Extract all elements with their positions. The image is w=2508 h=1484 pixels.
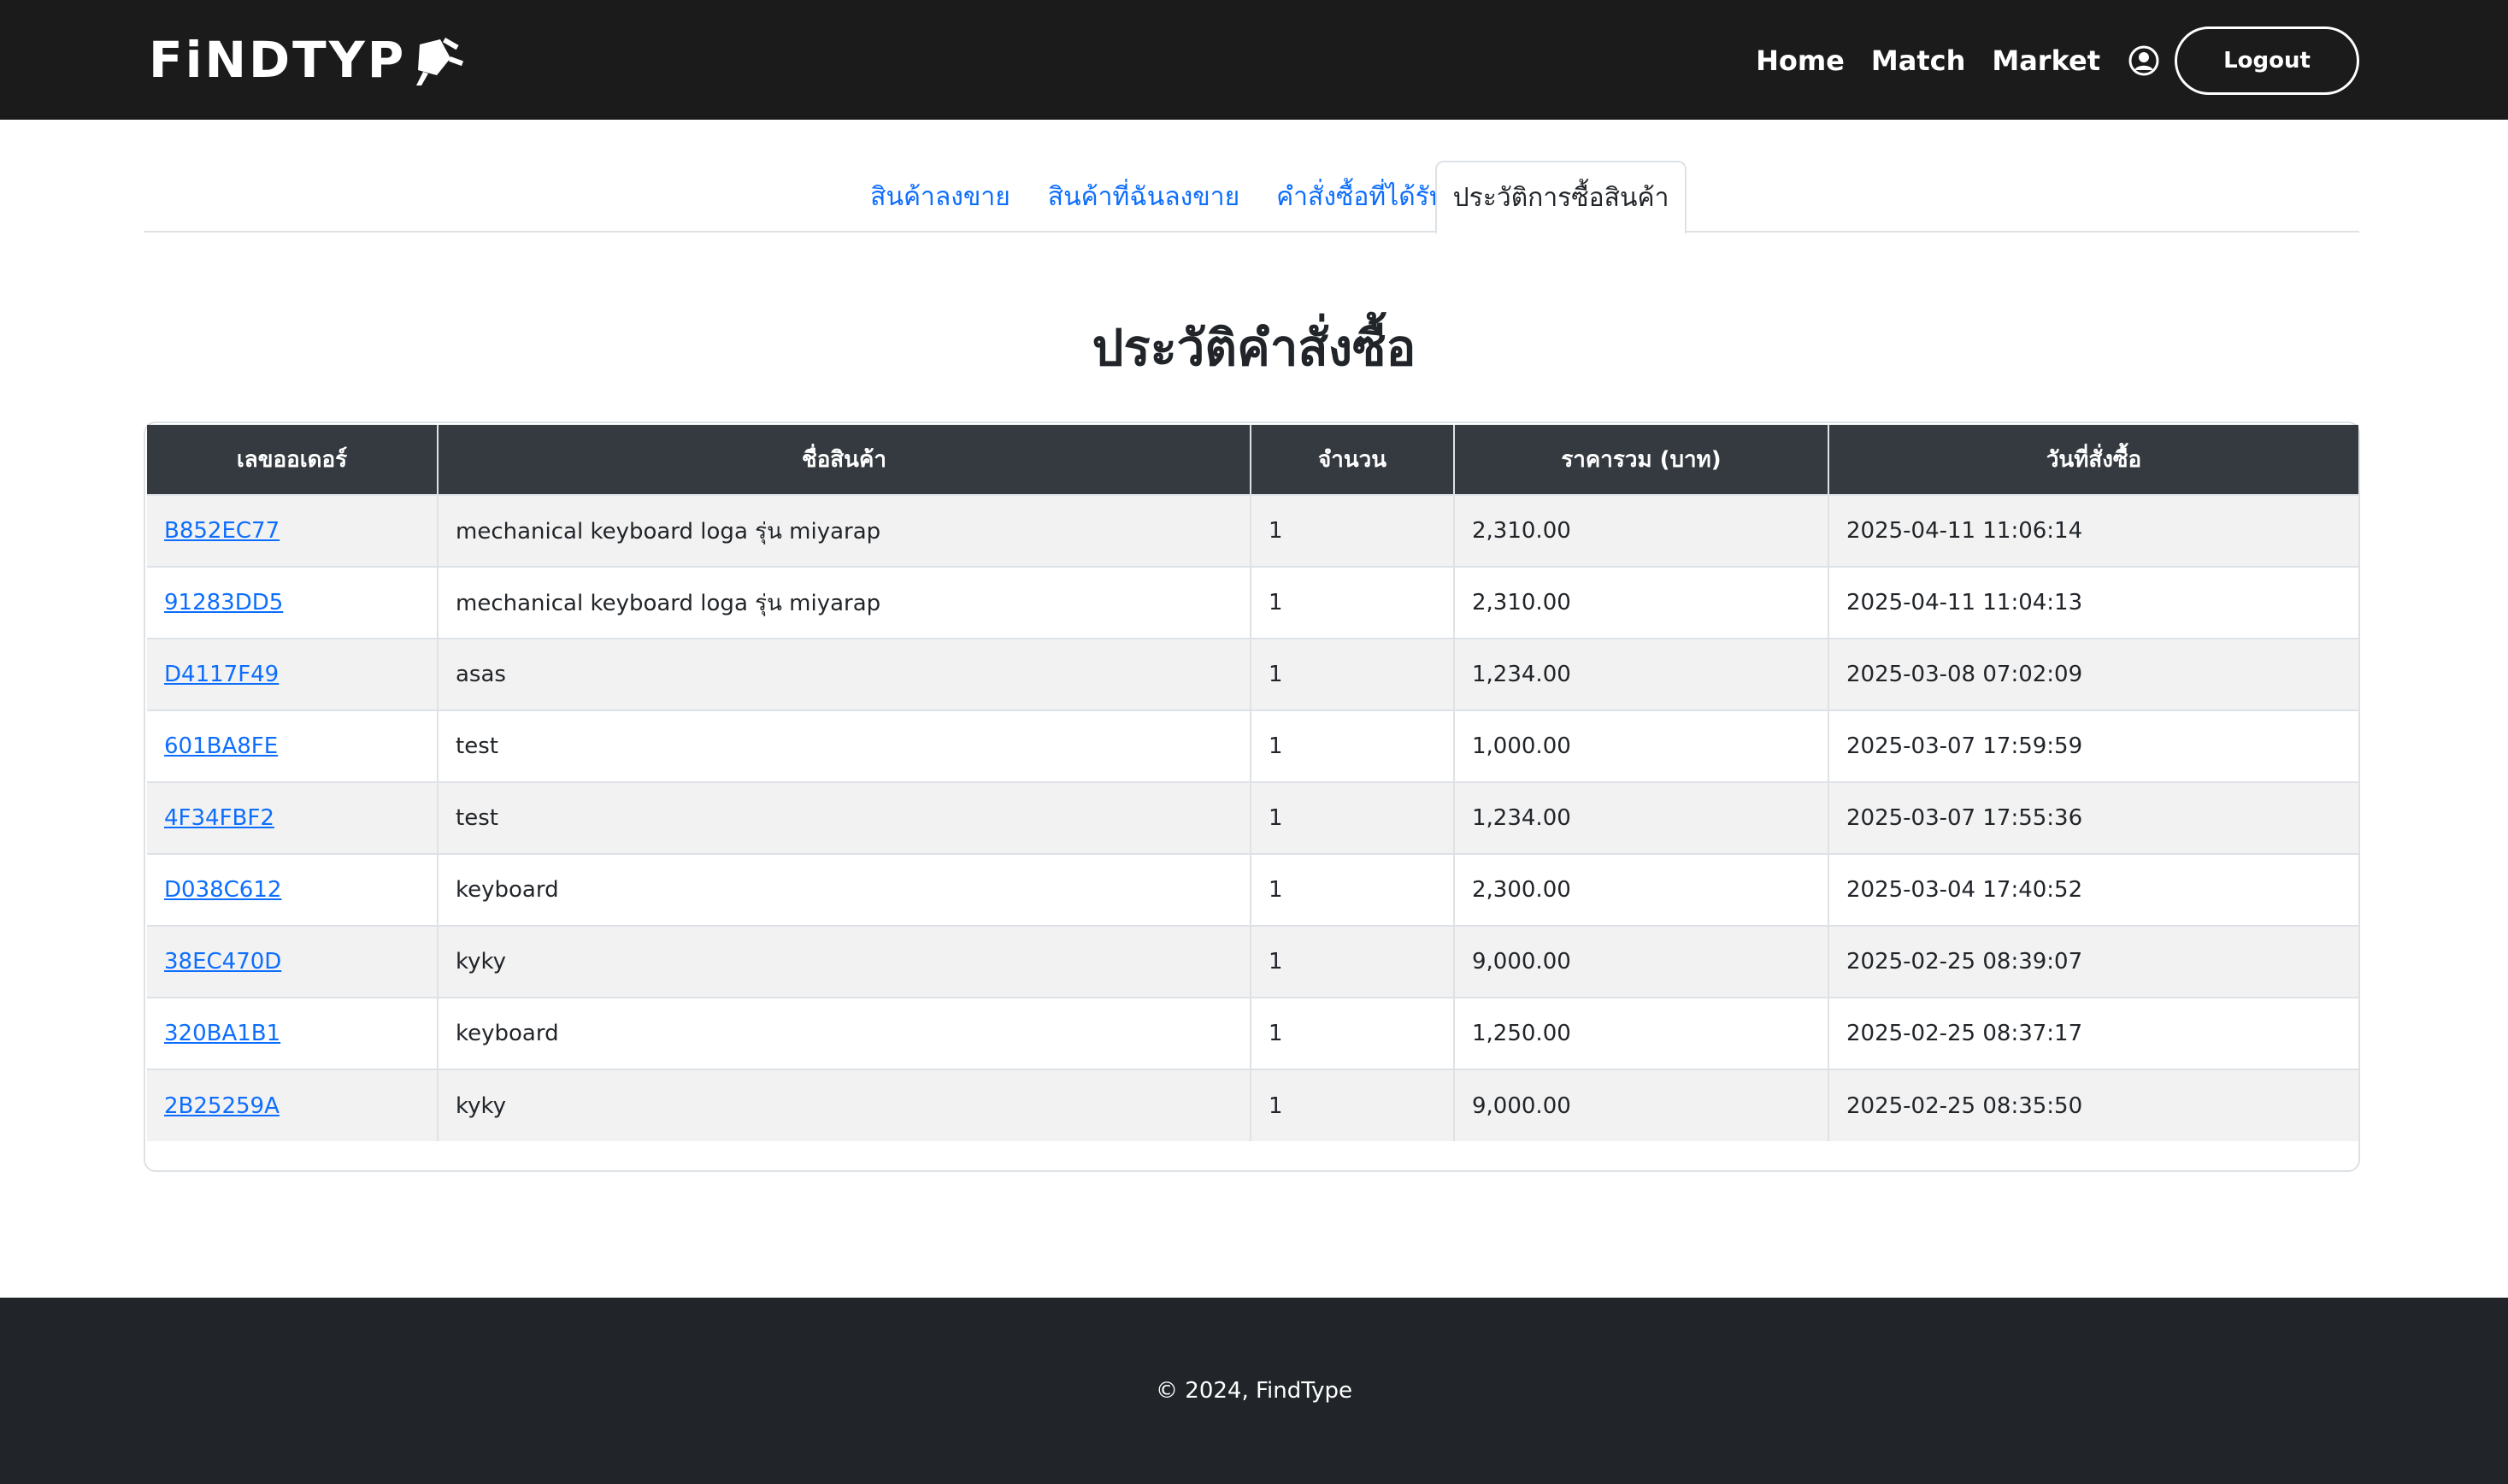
date-cell: 2025-03-07 17:59:59 xyxy=(1828,710,2358,782)
table-row: D4117F49 asas 1 1,234.00 2025-03-08 07:0… xyxy=(147,638,2358,710)
nav-links: Home Match Market Logout xyxy=(1756,26,2359,95)
product-cell: keyboard xyxy=(438,997,1251,1069)
table-row: 91283DD5 mechanical keyboard loga รุ่น m… xyxy=(147,566,2358,639)
date-cell: 2025-02-25 08:37:17 xyxy=(1828,997,2358,1069)
total-cell: 2,300.00 xyxy=(1454,853,1829,926)
table-row: D038C612 keyboard 1 2,300.00 2025-03-04 … xyxy=(147,853,2358,926)
tab-bar: สินค้าลงขาย สินค้าที่ฉันลงขาย คำสั่งซื้อ… xyxy=(144,161,2359,234)
header-quantity: จำนวน xyxy=(1251,425,1455,495)
date-cell: 2025-02-25 08:35:50 xyxy=(1828,1069,2358,1141)
header-order-id: เลขออเดอร์ xyxy=(147,425,439,495)
tab-my-listings[interactable]: สินค้าที่ฉันลงขาย xyxy=(1016,161,1272,233)
quantity-cell: 1 xyxy=(1251,925,1455,998)
product-cell: test xyxy=(438,710,1251,782)
date-cell: 2025-02-25 08:39:07 xyxy=(1828,925,2358,998)
brand-logo[interactable]: FiNDTYP xyxy=(149,32,464,87)
total-cell: 9,000.00 xyxy=(1454,925,1829,998)
order-id-cell: 38EC470D xyxy=(147,925,439,998)
order-id-cell: 4F34FBF2 xyxy=(147,781,439,854)
order-id-link[interactable]: B852EC77 xyxy=(164,518,280,544)
table-row: 4F34FBF2 test 1 1,234.00 2025-03-07 17:5… xyxy=(147,781,2358,854)
orders-table-card: เลขออเดอร์ ชื่อสินค้า จำนวน ราคารวม (บาท… xyxy=(144,421,2360,1172)
tab-products-for-sale[interactable]: สินค้าลงขาย xyxy=(838,161,1043,233)
orders-table: เลขออเดอร์ ชื่อสินค้า จำนวน ราคารวม (บาท… xyxy=(147,425,2358,1141)
quantity-cell: 1 xyxy=(1251,1069,1455,1141)
product-cell: mechanical keyboard loga รุ่น miyarap xyxy=(438,494,1251,567)
date-cell: 2025-03-07 17:55:36 xyxy=(1828,781,2358,854)
order-id-cell: 91283DD5 xyxy=(147,566,439,639)
navbar: FiNDTYP Home Match Market Logout xyxy=(0,0,2508,120)
footer: © 2024, FindType xyxy=(0,1298,2508,1484)
order-id-cell: 2B25259A xyxy=(147,1069,439,1141)
order-id-link[interactable]: 4F34FBF2 xyxy=(164,805,274,831)
header-total-price: ราคารวม (บาท) xyxy=(1454,425,1829,495)
order-id-link[interactable]: 601BA8FE xyxy=(164,733,278,759)
logout-button[interactable]: Logout xyxy=(2175,26,2359,95)
total-cell: 1,000.00 xyxy=(1454,710,1829,782)
order-id-cell: 320BA1B1 xyxy=(147,997,439,1069)
order-id-link[interactable]: D4117F49 xyxy=(164,662,279,687)
quantity-cell: 1 xyxy=(1251,997,1455,1069)
user-circle-icon[interactable] xyxy=(2128,44,2163,78)
quantity-cell: 1 xyxy=(1251,566,1455,639)
product-cell: keyboard xyxy=(438,853,1251,926)
product-cell: asas xyxy=(438,638,1251,710)
table-row: 320BA1B1 keyboard 1 1,250.00 2025-02-25 … xyxy=(147,997,2358,1069)
plug-icon xyxy=(416,38,464,85)
total-cell: 1,234.00 xyxy=(1454,638,1829,710)
brand-name: FiNDTYP xyxy=(149,31,407,89)
product-cell: kyky xyxy=(438,1069,1251,1141)
total-cell: 2,310.00 xyxy=(1454,566,1829,639)
date-cell: 2025-03-04 17:40:52 xyxy=(1828,853,2358,926)
order-id-link[interactable]: 38EC470D xyxy=(164,949,281,975)
header-order-date: วันที่สั่งซื้อ xyxy=(1828,425,2358,495)
order-id-link[interactable]: D038C612 xyxy=(164,877,281,903)
total-cell: 2,310.00 xyxy=(1454,494,1829,567)
total-cell: 9,000.00 xyxy=(1454,1069,1829,1141)
order-id-cell: B852EC77 xyxy=(147,494,439,567)
quantity-cell: 1 xyxy=(1251,638,1455,710)
table-row: 38EC470D kyky 1 9,000.00 2025-02-25 08:3… xyxy=(147,925,2358,998)
date-cell: 2025-04-11 11:06:14 xyxy=(1828,494,2358,567)
header-product-name: ชื่อสินค้า xyxy=(438,425,1251,495)
quantity-cell: 1 xyxy=(1251,853,1455,926)
quantity-cell: 1 xyxy=(1251,781,1455,854)
nav-link-match[interactable]: Match xyxy=(1871,44,1965,77)
date-cell: 2025-03-08 07:02:09 xyxy=(1828,638,2358,710)
order-id-link[interactable]: 2B25259A xyxy=(164,1093,280,1119)
table-row: 2B25259A kyky 1 9,000.00 2025-02-25 08:3… xyxy=(147,1069,2358,1141)
table-row: B852EC77 mechanical keyboard loga รุ่น m… xyxy=(147,494,2358,567)
nav-link-market[interactable]: Market xyxy=(1992,44,2100,77)
total-cell: 1,234.00 xyxy=(1454,781,1829,854)
date-cell: 2025-04-11 11:04:13 xyxy=(1828,566,2358,639)
product-cell: kyky xyxy=(438,925,1251,998)
total-cell: 1,250.00 xyxy=(1454,997,1829,1069)
nav-link-home[interactable]: Home xyxy=(1756,44,1845,77)
order-id-link[interactable]: 91283DD5 xyxy=(164,590,283,615)
tab-purchase-history[interactable]: ประวัติการซื้อสินค้า xyxy=(1435,161,1687,234)
table-row: 601BA8FE test 1 1,000.00 2025-03-07 17:5… xyxy=(147,710,2358,782)
quantity-cell: 1 xyxy=(1251,710,1455,782)
product-cell: test xyxy=(438,781,1251,854)
page-title: ประวัติคำสั่งซื้อ xyxy=(1092,319,1416,377)
order-id-link[interactable]: 320BA1B1 xyxy=(164,1021,280,1046)
quantity-cell: 1 xyxy=(1251,494,1455,567)
product-cell: mechanical keyboard loga รุ่น miyarap xyxy=(438,566,1251,639)
order-id-cell: 601BA8FE xyxy=(147,710,439,782)
order-id-cell: D038C612 xyxy=(147,853,439,926)
table-header-row: เลขออเดอร์ ชื่อสินค้า จำนวน ราคารวม (บาท… xyxy=(147,425,2358,495)
copyright-text: © 2024, FindType xyxy=(1156,1378,1352,1404)
order-id-cell: D4117F49 xyxy=(147,638,439,710)
